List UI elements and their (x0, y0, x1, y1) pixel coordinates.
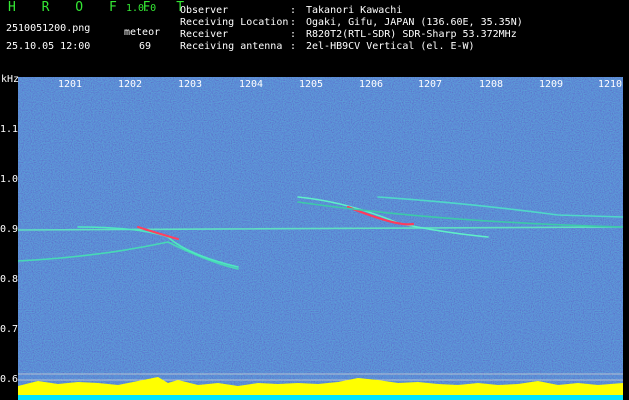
x-tick-label: 1209 (539, 79, 564, 90)
location-value: Ogaki, Gifu, JAPAN (136.60E, 35.35N) (306, 17, 523, 28)
x-tick-label: 1206 (359, 79, 384, 90)
y-tick-label: 0.6 (0, 374, 19, 385)
observer-label: Observer (180, 5, 229, 16)
x-tick-label: 1202 (118, 79, 143, 90)
antenna-value: 2el-HB9CV Vertical (el. E-W) (306, 41, 475, 52)
x-tick-label: 1208 (479, 79, 504, 90)
noise-texture (18, 77, 623, 400)
x-tick-label: 1201 (58, 79, 83, 90)
y-tick-label: 0.9 (0, 224, 19, 235)
y-tick-label: 0.7 (0, 324, 19, 335)
spectrum-baseline (18, 395, 623, 400)
meteor-label: meteor (124, 27, 161, 38)
observer-separator: : (290, 5, 297, 16)
observer-value: Takanori Kawachi (306, 5, 403, 16)
x-tick-label: 1207 (418, 79, 443, 90)
y-axis-label: kHz (1, 74, 20, 85)
file-datetime: 25.10.05 12:00 (6, 41, 91, 52)
location-label: Receiving Location (180, 17, 289, 28)
antenna-separator: : (290, 41, 297, 52)
receiver-label: Receiver (180, 29, 229, 40)
y-tick-label: 1.0 (0, 174, 19, 185)
spectrogram (18, 77, 623, 400)
app-title: H R O F F T (8, 0, 194, 15)
x-tick-label: 1205 (299, 79, 324, 90)
location-separator: : (290, 17, 297, 28)
antenna-label: Receiving antenna (180, 41, 283, 52)
x-tick-label: 1210 (598, 79, 623, 90)
x-tick-label: 1204 (239, 79, 264, 90)
receiver-separator: : (290, 29, 297, 40)
file-name: 2510051200.png (6, 23, 91, 34)
y-tick-label: 0.8 (0, 274, 19, 285)
y-tick-label: 1.1 (0, 124, 19, 135)
receiver-value: R820T2(RTL-SDR) SDR-Sharp 53.372MHz (306, 29, 517, 40)
header: H R O F F T 1.0.0 2510051200.png 25.10.0… (0, 0, 629, 77)
x-tick-label: 1203 (178, 79, 203, 90)
app-version: 1.0.0 (126, 3, 157, 14)
meteor-count: 69 (139, 41, 152, 52)
